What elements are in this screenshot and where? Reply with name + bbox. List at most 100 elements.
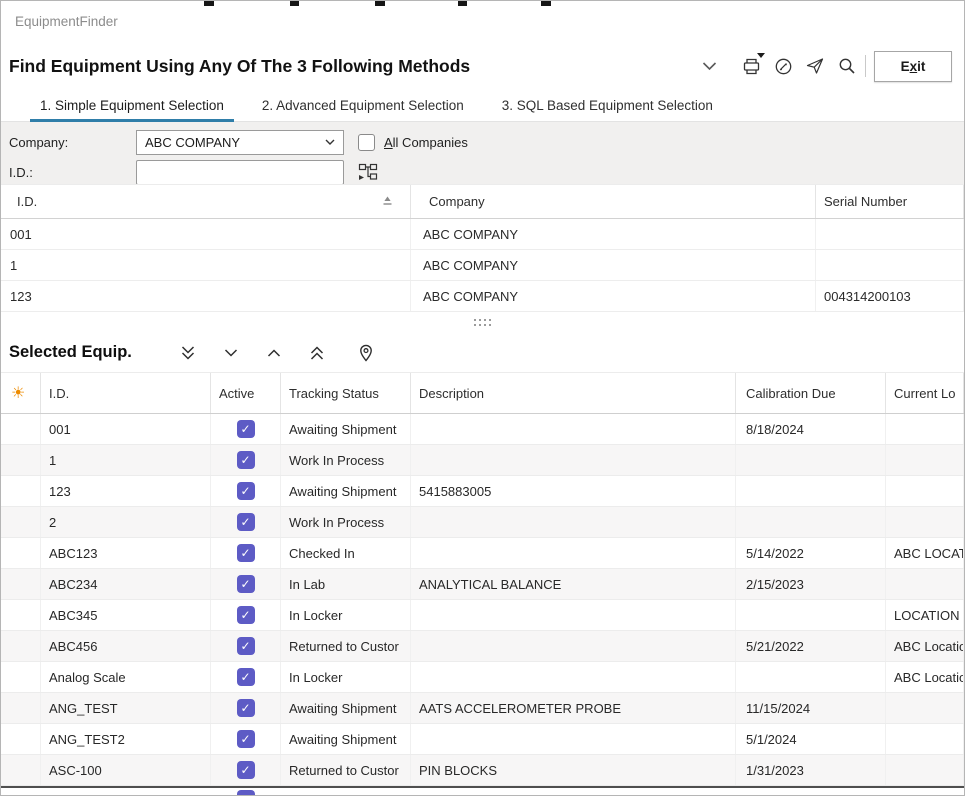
cell-tracking-status: Work In Process — [281, 445, 411, 475]
cell-description — [411, 600, 736, 630]
cell-id: 123 — [41, 476, 211, 506]
move-to-top-icon[interactable] — [303, 339, 331, 367]
table-row[interactable]: ▷ ANG_TEST2 Awaiting Shipment 5/1/2024 — [1, 724, 964, 755]
splitter-handle[interactable] — [1, 312, 964, 333]
column-header-id[interactable]: I.D. — [41, 373, 211, 413]
cell-active — [211, 445, 281, 475]
id-input[interactable] — [136, 160, 344, 185]
active-checkbox[interactable] — [237, 451, 255, 469]
active-checkbox[interactable] — [237, 420, 255, 438]
active-checkbox[interactable] — [237, 668, 255, 686]
company-dropdown[interactable]: ABC COMPANY — [136, 130, 344, 155]
active-checkbox[interactable] — [237, 637, 255, 655]
active-checkbox[interactable] — [237, 730, 255, 748]
row-selector-cell[interactable]: ▷ — [1, 662, 41, 692]
table-row[interactable]: ▷ ABC456 Returned to Custor 5/21/2022 AB… — [1, 631, 964, 662]
tab-simple-equipment-selection[interactable]: 1. Simple Equipment Selection — [27, 98, 237, 121]
sort-ascending-icon[interactable] — [381, 194, 394, 209]
partial-next-row[interactable] — [1, 786, 964, 795]
cell-description — [411, 507, 736, 537]
cell-active — [211, 569, 281, 599]
active-checkbox[interactable] — [237, 761, 255, 779]
row-selector-cell[interactable]: ▷ — [1, 445, 41, 475]
column-header-company[interactable]: Company — [411, 185, 816, 218]
tab-sql-equipment-selection[interactable]: 3. SQL Based Equipment Selection — [489, 98, 726, 121]
row-selector-cell[interactable]: ▷ — [1, 476, 41, 506]
cell-tracking-status: Returned to Custor — [281, 631, 411, 661]
table-row[interactable]: 1 ABC COMPANY — [1, 250, 964, 281]
cell-description — [411, 724, 736, 754]
column-header-calibration-due[interactable]: Calibration Due — [736, 373, 886, 413]
row-selector-cell[interactable]: ▷ — [1, 507, 41, 537]
active-checkbox[interactable] — [237, 482, 255, 500]
column-header-serial-number[interactable]: Serial Number — [816, 185, 964, 218]
table-row[interactable]: ▷ 123 Awaiting Shipment 5415883005 — [1, 476, 964, 507]
cell-id: ABC123 — [41, 538, 211, 568]
tab-strip: 1. Simple Equipment Selection 2. Advance… — [1, 91, 964, 122]
cell-description — [411, 538, 736, 568]
cell-current-location: ABC Locatio — [886, 631, 964, 661]
row-selector-cell[interactable]: ▷ — [1, 600, 41, 630]
column-header-description[interactable]: Description — [411, 373, 736, 413]
send-icon[interactable] — [801, 52, 829, 80]
exit-button[interactable]: Exit — [874, 51, 952, 82]
table-row[interactable]: ▷ ABC345 In Locker LOCATION — [1, 600, 964, 631]
active-checkbox[interactable] — [237, 606, 255, 624]
equipment-tree-icon[interactable] — [354, 158, 382, 186]
cell-serial-number — [816, 219, 964, 249]
window-title: EquipmentFinder — [15, 14, 118, 29]
column-header-active[interactable]: Active — [211, 373, 281, 413]
print-dropdown-caret-icon[interactable] — [757, 53, 765, 58]
move-down-icon[interactable] — [217, 339, 245, 367]
row-selector-cell[interactable]: ▷ — [1, 755, 41, 785]
table-row[interactable]: ▷ ABC123 Checked In 5/14/2022 ABC LOCAT — [1, 538, 964, 569]
cell-calibration-due: 11/15/2024 — [736, 693, 886, 723]
row-selector-cell[interactable]: ▷ — [1, 693, 41, 723]
cell-current-location — [886, 693, 964, 723]
active-checkbox[interactable] — [237, 699, 255, 717]
active-checkbox[interactable] — [237, 544, 255, 562]
tab-advanced-equipment-selection[interactable]: 2. Advanced Equipment Selection — [249, 98, 477, 121]
page-title: Find Equipment Using Any Of The 3 Follow… — [9, 56, 470, 77]
row-selector-cell[interactable]: ▷ — [1, 538, 41, 568]
table-row[interactable]: ▷ ASC-100 Returned to Custor PIN BLOCKS … — [1, 755, 964, 786]
cell-id: ABC345 — [41, 600, 211, 630]
row-selector-cell[interactable]: ▷ — [1, 631, 41, 661]
location-pin-icon[interactable] — [352, 339, 380, 367]
active-checkbox[interactable] — [237, 513, 255, 531]
column-header-id[interactable]: I.D. — [1, 185, 411, 218]
results-grid-header: I.D. Company Serial Number — [1, 184, 964, 219]
chevron-down-icon[interactable] — [695, 52, 723, 80]
cell-tracking-status: In Locker — [281, 662, 411, 692]
table-row[interactable]: ▷ ANG_TEST Awaiting Shipment AATS ACCELE… — [1, 693, 964, 724]
search-icon[interactable] — [833, 52, 861, 80]
all-companies-checkbox[interactable] — [358, 134, 375, 151]
table-row[interactable]: ▷ Analog Scale In Locker ABC Locatio — [1, 662, 964, 693]
edit-circle-icon[interactable] — [769, 52, 797, 80]
cell-calibration-due — [736, 445, 886, 475]
column-header-current-location[interactable]: Current Lo — [886, 373, 964, 413]
move-up-icon[interactable] — [260, 339, 288, 367]
row-selector-cell[interactable]: ▷ — [1, 724, 41, 754]
column-header-tracking-status[interactable]: Tracking Status — [281, 373, 411, 413]
column-header-label: Serial Number — [824, 194, 907, 209]
exit-label: E — [901, 59, 910, 74]
table-row[interactable]: ▷ 1 Work In Process — [1, 445, 964, 476]
row-selector-cell[interactable]: ▷ — [1, 569, 41, 599]
table-row[interactable]: ▷ ABC234 In Lab ANALYTICAL BALANCE 2/15/… — [1, 569, 964, 600]
cell-current-location — [886, 445, 964, 475]
table-row[interactable]: 001 ABC COMPANY — [1, 219, 964, 250]
splitter-grip-icon — [474, 319, 491, 326]
table-row[interactable]: ▷ 001 Awaiting Shipment 8/18/2024 — [1, 414, 964, 445]
cell-calibration-due — [736, 476, 886, 506]
cell-tracking-status: Awaiting Shipment — [281, 693, 411, 723]
table-row[interactable]: 123 ABC COMPANY 004314200103 — [1, 281, 964, 312]
row-selector-cell[interactable]: ▷ — [1, 414, 41, 444]
sun-icon[interactable]: ☀ — [11, 383, 25, 403]
print-icon[interactable] — [737, 52, 765, 80]
table-row[interactable]: ▷ 2 Work In Process — [1, 507, 964, 538]
move-to-bottom-icon[interactable] — [174, 339, 202, 367]
column-header-label: Calibration Due — [746, 386, 836, 401]
cropped-artifact — [290, 1, 299, 6]
active-checkbox[interactable] — [237, 575, 255, 593]
